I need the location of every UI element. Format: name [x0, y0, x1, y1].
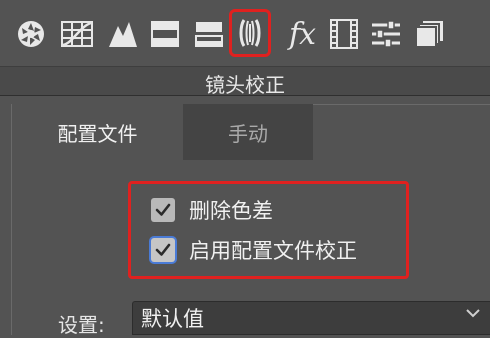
panel-toolbar: fx [0, 0, 490, 66]
checkmark-icon [155, 243, 171, 256]
remove-chromatic-aberration-option[interactable]: 删除色差 [151, 196, 273, 224]
enable-profile-corrections-option[interactable]: 启用配置文件校正 [151, 236, 357, 264]
enable-profile-corrections-label: 启用配置文件校正 [189, 239, 357, 263]
panel-title: 镜头校正 [205, 73, 285, 97]
presets-sliders-icon[interactable] [369, 16, 403, 52]
tab-profile[interactable]: 配置文件 [12, 104, 183, 160]
setting-select-value: 默认值 [141, 307, 204, 331]
tab-profile-label: 配置文件 [57, 121, 138, 146]
calibration-film-icon[interactable] [327, 16, 361, 52]
setting-label: 设置: [58, 313, 105, 337]
enable-profile-corrections-checkbox[interactable] [151, 238, 175, 262]
hsl-bars-icon[interactable] [148, 16, 182, 52]
tab-manual-label: 手动 [228, 121, 268, 146]
fx-effects-icon[interactable]: fx [282, 16, 322, 52]
snapshots-icon[interactable] [413, 16, 447, 52]
chevron-down-icon [466, 309, 480, 318]
lens-corrections-icon[interactable] [229, 9, 271, 57]
tone-curve-grid-icon[interactable] [60, 16, 94, 52]
basic-aperture-icon[interactable] [14, 16, 48, 52]
fx-label: fx [288, 16, 316, 52]
checkmark-icon [155, 203, 171, 216]
detail-mountain-icon[interactable] [106, 16, 140, 52]
setting-select[interactable]: 默认值 [132, 301, 490, 335]
remove-chromatic-aberration-label: 删除色差 [189, 199, 273, 223]
panel-title-bar: 镜头校正 [0, 66, 490, 97]
split-toning-icon[interactable] [192, 16, 226, 52]
remove-chromatic-aberration-checkbox[interactable] [151, 198, 175, 222]
tab-manual[interactable]: 手动 [183, 104, 313, 160]
